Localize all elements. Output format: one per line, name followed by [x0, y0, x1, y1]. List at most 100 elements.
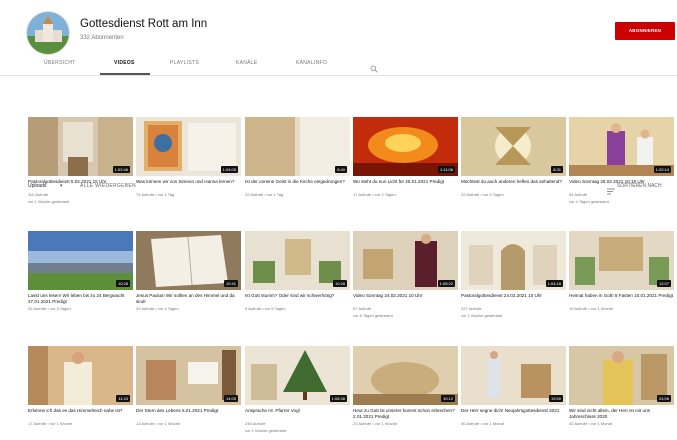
video-meta-secondary: vor 1 Woche gestreamt	[28, 198, 70, 204]
video-duration: 10:12	[440, 395, 455, 402]
channel-header: Gottesdienst Rott am Inn 332 Abonnenten …	[0, 0, 677, 55]
video-title[interactable]: Wo steht du nun Licht für 25.01.2021 Pre…	[353, 179, 458, 191]
video-thumbnail[interactable]: 8:31	[461, 117, 566, 176]
active-tab-indicator	[100, 73, 150, 75]
video-duration: 1:11:06	[437, 166, 455, 173]
video-thumbnail[interactable]: 1:22:14	[569, 117, 674, 176]
video-meta: 30 Aufrufe • vor 1 Monat	[461, 421, 504, 426]
video-duration: 1:04:05	[220, 166, 238, 173]
subscriber-count: 332 Abonnenten	[80, 35, 124, 41]
video-duration: 14:05	[223, 395, 238, 402]
video-card[interactable]: 11:33 Erkenne ich das es das Himmelreich…	[28, 346, 133, 427]
video-title[interactable]: Pastoralgottesdienst 24.02.2021 10 Uhr	[461, 293, 566, 305]
video-meta: 110 Aufrufe	[28, 192, 49, 197]
video-card[interactable]: 10:28 Ist Gott stumm? Oder sind wir schw…	[245, 231, 350, 312]
video-duration: 10:28	[332, 280, 347, 287]
video-thumbnail[interactable]: 1:02:46	[28, 117, 133, 176]
video-duration: 8:31	[551, 166, 563, 173]
video-card[interactable]: 1:11:06 Wo steht du nun Licht für 25.01.…	[353, 117, 458, 198]
video-thumbnail[interactable]: 1:11:06	[353, 117, 458, 176]
video-duration: 1:05:22	[437, 280, 455, 287]
video-duration: 12:07	[656, 280, 671, 287]
tab-channels[interactable]: KANÄLE	[236, 60, 258, 66]
video-card[interactable]: 14:05 Der Stern des Lebens 6.01.2021 Pre…	[136, 346, 241, 427]
video-meta-secondary: vor 5 Tagen gestreamt	[353, 312, 393, 318]
video-card[interactable]: 10:41 Jesus Paulus! Wir sollten an des H…	[136, 231, 241, 312]
video-card[interactable]: 8:31 Möchtest du auch anderen helfen das…	[461, 117, 566, 198]
video-thumbnail[interactable]: 10:41	[136, 231, 241, 290]
video-title[interactable]: Was können wir von Simeon und Hanna lern…	[136, 179, 241, 191]
video-thumbnail[interactable]: 14:05	[136, 346, 241, 405]
video-meta: 19 Aufrufe • vor 1 Woche	[569, 306, 614, 311]
video-card[interactable]: 19:50 Der Herr segne dich! Neujahrsgotte…	[461, 346, 566, 427]
video-duration: 10:41	[223, 280, 238, 287]
video-thumbnail[interactable]: 10:28	[28, 231, 133, 290]
video-title[interactable]: Heut zu Gott ist unserer kommt schon erb…	[353, 408, 458, 420]
video-card[interactable]: 1:08:38 Ansprache Hr. Pfarrer Vogl 246 A…	[245, 346, 350, 433]
video-thumbnail[interactable]: 8:40	[245, 117, 350, 176]
video-card[interactable]: 12:07 Heimat haben in Gott! 8 Fasten 10.…	[569, 231, 674, 312]
video-thumbnail[interactable]: 10:28	[245, 231, 350, 290]
video-meta-secondary: vor 1 Woche gestreamt	[245, 427, 287, 433]
video-duration: 24:06	[656, 395, 671, 402]
search-icon[interactable]	[370, 60, 378, 78]
video-card[interactable]: 8:40 Ist der unreine Geist in die Kirche…	[245, 117, 350, 198]
video-title[interactable]: Der Stern des Lebens 6.01.2021 Predigt	[136, 408, 241, 420]
video-meta-secondary: vor 4 Tagen gestreamt	[569, 198, 609, 204]
video-title[interactable]: Möchtest du auch anderen helfen das anha…	[461, 179, 566, 191]
video-card[interactable]: 1:02:46 Pastoralgottesdienst 5.02.2021 1…	[28, 117, 133, 204]
video-meta: 44 Aufrufe	[569, 192, 588, 197]
channel-name[interactable]: Gottesdienst Rott am Inn	[80, 18, 207, 30]
video-toolbar: Uploads ▾ ALLE WIEDERGEBEN SORTIEREN NAC…	[0, 88, 677, 195]
video-title[interactable]: Lasst uns lesen! Wir leben bis zu 24 Ber…	[28, 293, 133, 305]
video-meta: 227 Aufrufe	[461, 306, 482, 311]
tab-overview[interactable]: ÜBERSICHT	[44, 60, 76, 66]
video-duration: 10:28	[115, 280, 130, 287]
subscribe-button[interactable]: ABONNIEREN	[615, 22, 675, 40]
video-title[interactable]: Der Herr segne dich! Neujahrsgottesdiens…	[461, 408, 566, 420]
video-meta: 22 Aufrufe • vor 2 Tagen	[461, 192, 504, 197]
video-meta: 17 Aufrufe • vor 1 Woche	[28, 421, 73, 426]
video-title[interactable]: Heimat haben in Gott! 8 Fasten 10.01.202…	[569, 293, 674, 305]
video-thumbnail[interactable]: 19:50	[461, 346, 566, 405]
video-duration: 1:04:18	[545, 280, 563, 287]
video-title[interactable]: Video Sonntag 24.02.2021 10 Uhr	[353, 293, 458, 305]
video-duration: 11:33	[116, 395, 130, 402]
video-card[interactable]: 1:04:05 Was können wir von Simeon und Ha…	[136, 117, 241, 198]
tab-videos[interactable]: VIDEOS	[114, 60, 135, 66]
video-title[interactable]: Jesus Paulus! Wir sollten an des Himmel …	[136, 293, 241, 305]
video-meta: 23 Aufrufe • vor 1 Woche	[353, 421, 398, 426]
video-title[interactable]: Ist der unreine Geist in die Kirche eing…	[245, 179, 350, 191]
video-thumbnail[interactable]: 10:12	[353, 346, 458, 405]
video-card[interactable]: 1:22:14 Video Sonntag 25.02.2021 10:15 U…	[569, 117, 674, 204]
video-card[interactable]: 1:04:18 Pastoralgottesdienst 24.02.2021 …	[461, 231, 566, 318]
tab-playlists[interactable]: PLAYLISTS	[170, 60, 199, 66]
video-title[interactable]: Wir sind nicht allein, der Herr ist mit …	[569, 408, 674, 420]
video-thumbnail[interactable]: 1:05:22	[353, 231, 458, 290]
video-thumbnail[interactable]: 1:04:05	[136, 117, 241, 176]
video-card[interactable]: 1:05:22 Video Sonntag 24.02.2021 10 Uhr …	[353, 231, 458, 318]
video-card[interactable]: 10:28 Lasst uns lesen! Wir leben bis zu …	[28, 231, 133, 312]
video-card[interactable]: 10:12 Heut zu Gott ist unserer kommt sch…	[353, 346, 458, 427]
video-meta: 67 Aufrufe	[353, 306, 372, 311]
video-meta: 22 Aufrufe • vor 1 Tag	[245, 192, 284, 197]
video-meta: 17 Aufrufe • vor 2 Tagen	[353, 192, 396, 197]
video-title[interactable]: Ist Gott stumm? Oder sind wir schwerhöri…	[245, 293, 350, 305]
video-meta-secondary: vor 1 Woche gestreamt	[461, 312, 503, 318]
video-thumbnail[interactable]: 1:04:18	[461, 231, 566, 290]
video-title[interactable]: Video Sonntag 25.02.2021 10:15 Uhr	[569, 179, 674, 191]
video-title[interactable]: Erkenne ich das es das Himmelreich nahe …	[28, 408, 133, 420]
video-thumbnail[interactable]: 12:07	[569, 231, 674, 290]
video-meta: 246 Aufrufe	[245, 421, 266, 426]
video-card[interactable]: 24:06 Wir sind nicht allein, der Herr is…	[569, 346, 674, 427]
video-title[interactable]: Ansprache Hr. Pfarrer Vogl	[245, 408, 350, 420]
video-duration: 1:02:46	[112, 166, 130, 173]
video-meta: 9 Aufrufe • vor 5 Tagen	[245, 306, 286, 311]
video-meta: 74 Aufrufe • vor 1 Tag	[136, 192, 175, 197]
channel-avatar[interactable]	[26, 11, 70, 55]
video-thumbnail[interactable]: 11:33	[28, 346, 133, 405]
tab-about[interactable]: KANALINFO	[296, 60, 327, 66]
video-thumbnail[interactable]: 1:08:38	[245, 346, 350, 405]
video-title[interactable]: Pastoralgottesdienst 5.02.2021 15 Uhr	[28, 179, 133, 191]
video-thumbnail[interactable]: 24:06	[569, 346, 674, 405]
